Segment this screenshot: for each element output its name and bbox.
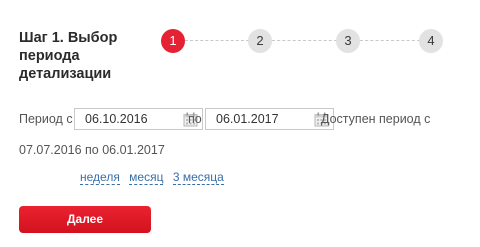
date-to-field[interactable]: 06.01.2017 xyxy=(205,108,334,130)
date-to-value: 06.01.2017 xyxy=(216,112,279,126)
step-1[interactable]: 1 xyxy=(161,29,185,53)
link-three-months[interactable]: 3 месяца xyxy=(172,170,224,185)
step-3[interactable]: 3 xyxy=(336,29,360,53)
step-connector xyxy=(185,40,249,41)
available-period-range: 07.07.2016 по 06.01.2017 xyxy=(19,143,165,157)
available-period-label: Доступен период с xyxy=(321,112,431,126)
next-button[interactable]: Далее xyxy=(19,206,151,233)
step-connector xyxy=(272,40,337,41)
period-from-label: Период с xyxy=(19,112,73,126)
step-title: Шаг 1. Выбор периода детализации xyxy=(19,30,118,82)
date-from-field[interactable]: 06.10.2016 xyxy=(74,108,203,130)
link-week[interactable]: неделя xyxy=(80,170,120,185)
date-from-value: 06.10.2016 xyxy=(85,112,148,126)
link-month[interactable]: месяц xyxy=(129,170,164,185)
quick-period-links: неделя месяц 3 месяца xyxy=(80,170,230,185)
step-2[interactable]: 2 xyxy=(248,29,272,53)
step-4[interactable]: 4 xyxy=(419,29,443,53)
period-to-label: по xyxy=(188,112,202,126)
step-connector xyxy=(360,40,420,41)
stepper: 1 2 3 4 xyxy=(161,29,444,53)
